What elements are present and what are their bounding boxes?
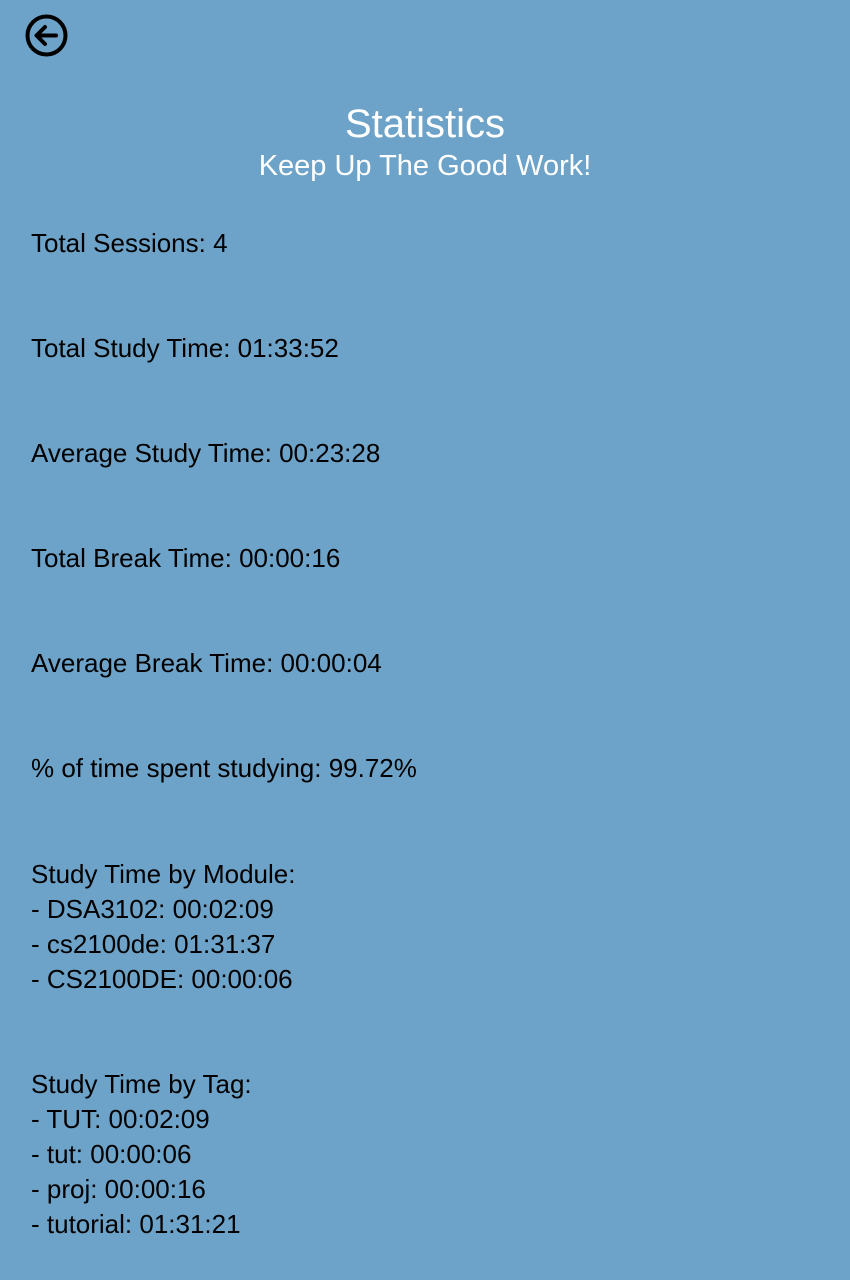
total-sessions: Total Sessions: 4 xyxy=(31,228,228,258)
tag-heading: Study Time by Tag: xyxy=(31,1069,252,1099)
module-item: - cs2100de: 01:31:37 xyxy=(31,929,276,959)
total-break-time: Total Break Time: 00:00:16 xyxy=(31,543,341,573)
total-study-time: Total Study Time: 01:33:52 xyxy=(31,333,339,363)
page-header: Statistics Keep Up The Good Work! xyxy=(0,100,850,184)
arrow-left-circle-icon xyxy=(25,14,68,57)
average-study-time: Average Study Time: 00:23:28 xyxy=(31,438,381,468)
tag-item: - tutorial: 01:31:21 xyxy=(31,1209,241,1239)
average-break-time: Average Break Time: 00:00:04 xyxy=(31,648,382,678)
module-item: - DSA3102: 00:02:09 xyxy=(31,894,274,924)
page-subtitle: Keep Up The Good Work! xyxy=(258,150,592,182)
tag-item: - proj: 00:00:16 xyxy=(31,1174,206,1204)
tag-item: - TUT: 00:02:09 xyxy=(31,1104,210,1134)
module-heading: Study Time by Module: xyxy=(31,859,296,889)
module-item: - CS2100DE: 00:00:06 xyxy=(31,964,293,994)
percent-time-studying: % of time spent studying: 99.72% xyxy=(31,753,417,783)
page-title: Statistics xyxy=(344,102,506,146)
back-button[interactable] xyxy=(24,13,69,58)
study-time-by-module: Study Time by Module: - DSA3102: 00:02:0… xyxy=(31,857,295,997)
tag-item: - tut: 00:00:06 xyxy=(31,1139,192,1169)
study-time-by-tag: Study Time by Tag: - TUT: 00:02:09 - tut… xyxy=(31,1067,252,1242)
